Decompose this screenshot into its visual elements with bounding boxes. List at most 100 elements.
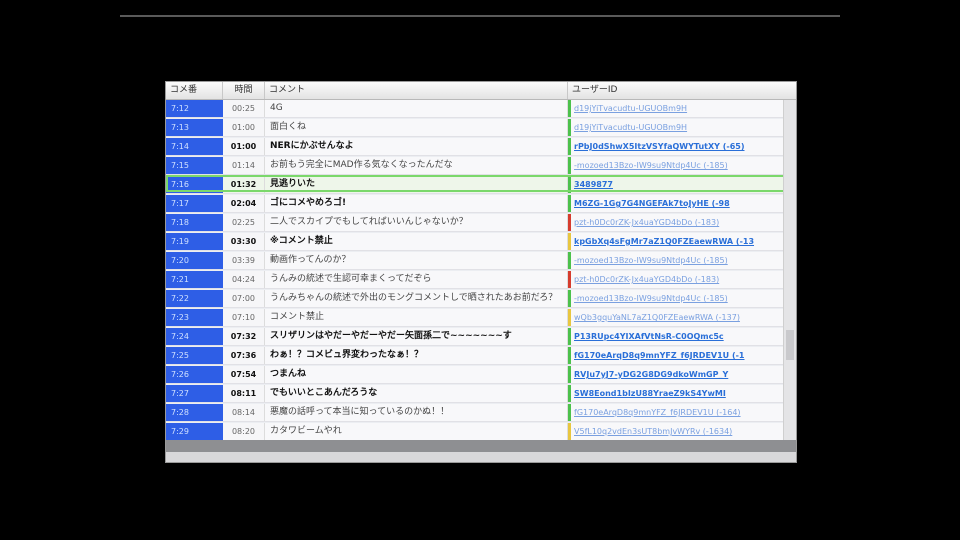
comment-time: 08:14 bbox=[223, 404, 265, 421]
table-row[interactable]: 7:14 01:00 NERにかぶせんなよ rPbJ0dShwX5ItzVSYfaQW… bbox=[166, 138, 796, 156]
comment-text: うんみの統述で生認可幸まくってだぞら bbox=[265, 271, 568, 288]
row-divider bbox=[166, 345, 796, 346]
table-row[interactable]: 7:26 07:54 つまんね RVJu7yJ7-yDG2G8DG9dkoWmGP_Y bbox=[166, 366, 796, 384]
row-divider bbox=[166, 269, 796, 270]
row-divider bbox=[166, 231, 796, 232]
comment-text: わぁ！？コメビュ界変わったなぁ！？ bbox=[265, 347, 568, 364]
user-id-link[interactable]: wQb3gquYaNL7aZ1Q0FZEaewRWA (-137) bbox=[571, 309, 785, 326]
row-divider bbox=[166, 364, 796, 365]
user-id-link[interactable]: -mozoed13Bzo-IW9su9Ntdp4Uc (-185) bbox=[571, 290, 785, 307]
user-id-link[interactable]: M6ZG-1Gg7G4NGEFAk7toJyHE (-98 bbox=[571, 195, 785, 212]
row-divider bbox=[166, 421, 796, 422]
user-id-link[interactable]: V5fL10q2vdEn3sUT8bmJvWYRv (-1634) bbox=[571, 423, 785, 440]
comment-number: 7:27 bbox=[166, 385, 223, 402]
table-row[interactable]: 7:24 07:32 スリザリンはやだーやだーやだー矢面孫二で~~~~~~~す P13… bbox=[166, 328, 796, 346]
comment-time: 07:00 bbox=[223, 290, 265, 307]
table-row[interactable]: 7:21 04:24 うんみの統述で生認可幸まくってだぞら pzt-h0Dc0rZK-… bbox=[166, 271, 796, 289]
comment-text: 動画作ってんのか？ bbox=[265, 252, 568, 269]
user-color-marker bbox=[568, 290, 571, 307]
table-row[interactable]: 7:27 08:11 でもいいとこあんだろうな SW8Eond1bIzU88YraeZ… bbox=[166, 385, 796, 403]
user-id-link[interactable]: RVJu7yJ7-yDG2G8DG9dkoWmGP_Y bbox=[571, 366, 785, 383]
table-row[interactable]: 7:29 08:20 カタワビームやれ V5fL10q2vdEn3sUT8bmJvWY… bbox=[166, 423, 796, 441]
comment-number: 7:16 bbox=[166, 176, 223, 193]
user-id-link[interactable]: pzt-h0Dc0rZK-Jx4uaYGD4bDo (-183) bbox=[571, 271, 785, 288]
column-header-comment[interactable]: コメント bbox=[265, 82, 568, 99]
comment-time: 01:32 bbox=[223, 176, 265, 193]
user-id-link[interactable]: fG170eArqD8q9mnYFZ_f6JRDEV1U (-1 bbox=[571, 347, 785, 364]
user-id-link[interactable]: SW8Eond1bIzU88YraeZ9kS4YwMI bbox=[571, 385, 785, 402]
comment-text: ゴにコメやめろゴ! bbox=[265, 195, 568, 212]
table-row[interactable]: 7:22 07:00 うんみちゃんの統述で外出のモングコメントしで晒されたあお前だろ… bbox=[166, 290, 796, 308]
user-id-link[interactable]: rPbJ0dShwX5ItzVSYfaQWYTutXY (-65) bbox=[571, 138, 785, 155]
user-id-link[interactable]: pzt-h0Dc0rZK-Jx4uaYGD4bDo (-183) bbox=[571, 214, 785, 231]
comment-number: 7:19 bbox=[166, 233, 223, 250]
user-color-marker bbox=[568, 385, 571, 402]
user-id-link[interactable]: 3489877 bbox=[571, 176, 785, 193]
comment-number: 7:21 bbox=[166, 271, 223, 288]
comment-time: 01:00 bbox=[223, 119, 265, 136]
comment-number: 7:20 bbox=[166, 252, 223, 269]
user-color-marker bbox=[568, 366, 571, 383]
comment-time: 01:14 bbox=[223, 157, 265, 174]
horizontal-scrollbar[interactable] bbox=[166, 452, 796, 462]
comment-time: 07:54 bbox=[223, 366, 265, 383]
comment-number: 7:24 bbox=[166, 328, 223, 345]
column-header-user-id[interactable]: ユーザーID bbox=[568, 82, 796, 99]
table-row[interactable]: 7:17 02:04 ゴにコメやめろゴ! M6ZG-1Gg7G4NGEFAk7toJy… bbox=[166, 195, 796, 213]
table-row[interactable]: 7:19 03:30 ※コメント禁止 kpGbXq4sFgMr7aZ1Q0FZEaew… bbox=[166, 233, 796, 251]
comment-number: 7:26 bbox=[166, 366, 223, 383]
table-row[interactable]: 7:23 07:10 コメント禁止 wQb3gquYaNL7aZ1Q0FZEaewRW… bbox=[166, 309, 796, 327]
row-divider bbox=[166, 402, 796, 403]
row-divider bbox=[166, 212, 796, 213]
user-id-link[interactable]: kpGbXq4sFgMr7aZ1Q0FZEaewRWA (-13 bbox=[571, 233, 785, 250]
vertical-scrollbar-thumb[interactable] bbox=[786, 330, 794, 360]
table-row[interactable]: 7:12 00:25 4G d19jYiTvacudtu-UGUOBm9H bbox=[166, 100, 796, 118]
column-header-no[interactable]: コメ番 bbox=[166, 82, 223, 99]
user-color-marker bbox=[568, 252, 571, 269]
user-color-marker bbox=[568, 404, 571, 421]
comment-number: 7:28 bbox=[166, 404, 223, 421]
row-divider bbox=[166, 288, 796, 289]
column-header-time[interactable]: 時間 bbox=[223, 82, 265, 99]
row-divider bbox=[166, 155, 796, 156]
comment-time: 02:25 bbox=[223, 214, 265, 231]
user-color-marker bbox=[568, 176, 571, 193]
comment-number: 7:12 bbox=[166, 100, 223, 117]
user-id-link[interactable]: fG170eArqD8q9mnYFZ_f6JRDEV1U (-164) bbox=[571, 404, 785, 421]
table-row[interactable]: 7:25 07:36 わぁ！？コメビュ界変わったなぁ！？ fG170eArqD8q9m… bbox=[166, 347, 796, 365]
comment-number: 7:17 bbox=[166, 195, 223, 212]
table-header: コメ番 時間 コメント ユーザーID bbox=[166, 82, 796, 100]
user-id-link[interactable]: d19jYiTvacudtu-UGUOBm9H bbox=[571, 100, 785, 117]
comment-number: 7:29 bbox=[166, 423, 223, 440]
row-divider bbox=[166, 250, 796, 251]
row-divider bbox=[166, 383, 796, 384]
comment-time: 00:25 bbox=[223, 100, 265, 117]
user-id-link[interactable]: P13RUpc4YIXAfVtNsR-C0OQmc5c bbox=[571, 328, 785, 345]
comment-time: 08:20 bbox=[223, 423, 265, 440]
comment-text: うんみちゃんの統述で外出のモングコメントしで晒されたあお前だろ？ bbox=[265, 290, 568, 307]
table-row[interactable]: 7:18 02:25 二人でスカイプでもしてればいいんじゃないか？ pzt-h0Dc0… bbox=[166, 214, 796, 232]
comment-time: 03:30 bbox=[223, 233, 265, 250]
comment-number: 7:23 bbox=[166, 309, 223, 326]
user-id-link[interactable]: -mozoed13Bzo-IW9su9Ntdp4Uc (-185) bbox=[571, 157, 785, 174]
vertical-scrollbar[interactable] bbox=[783, 100, 796, 440]
comment-text: でもいいとこあんだろうな bbox=[265, 385, 568, 402]
user-color-marker bbox=[568, 328, 571, 345]
user-id-link[interactable]: -mozoed13Bzo-IW9su9Ntdp4Uc (-185) bbox=[571, 252, 785, 269]
comment-time: 07:10 bbox=[223, 309, 265, 326]
table-row[interactable]: 7:15 01:14 お前もう完全にMAD作る気なくなったんだな -mozoed13B… bbox=[166, 157, 796, 175]
row-divider bbox=[166, 326, 796, 327]
table-row[interactable]: 7:13 01:00 面白くね d19jYiTvacudtu-UGUOBm9H bbox=[166, 119, 796, 137]
user-color-marker bbox=[568, 347, 571, 364]
comment-time: 02:04 bbox=[223, 195, 265, 212]
user-id-link[interactable]: d19jYiTvacudtu-UGUOBm9H bbox=[571, 119, 785, 136]
comment-text: 4G bbox=[265, 100, 568, 117]
user-color-marker bbox=[568, 214, 571, 231]
table-row[interactable]: 7:20 03:39 動画作ってんのか？ -mozoed13Bzo-IW9su9Ntd… bbox=[166, 252, 796, 270]
comment-text: コメント禁止 bbox=[265, 309, 568, 326]
user-color-marker bbox=[568, 271, 571, 288]
table-row[interactable]: 7:16 01:32 見逃りいた 3489877 bbox=[166, 176, 796, 194]
comment-number: 7:18 bbox=[166, 214, 223, 231]
comment-text: NERにかぶせんなよ bbox=[265, 138, 568, 155]
table-row[interactable]: 7:28 08:14 悪魔の話呼って本当に知っているのかぬ！！ fG170eArqD8… bbox=[166, 404, 796, 422]
